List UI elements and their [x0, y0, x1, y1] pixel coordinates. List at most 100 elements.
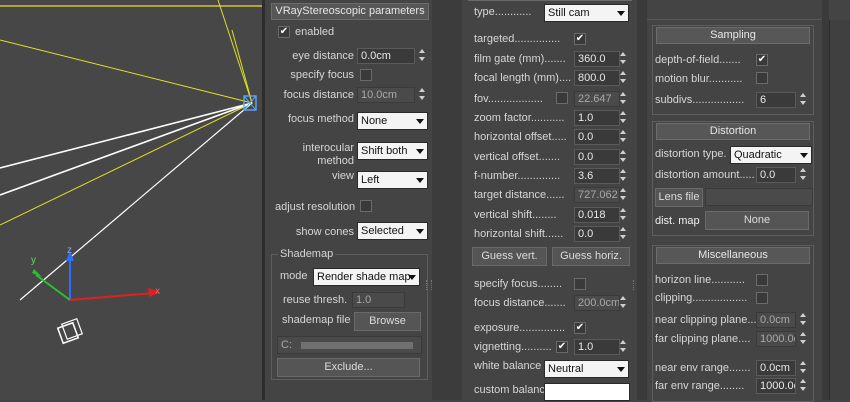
reuse-thresh-field[interactable]: 1.0 [352, 292, 405, 308]
target-distance-field[interactable]: 727.062 [574, 187, 620, 203]
exposure-checkbox[interactable]: ✔ [574, 322, 586, 334]
focus-distance-label: focus distance [283, 89, 354, 101]
focal-length-label: focal length (mm).... [474, 72, 572, 84]
right-scrollbar-track[interactable] [822, 0, 829, 400]
exclude-button[interactable]: Exclude... [277, 358, 420, 377]
vignetting-field[interactable]: 1.0 [574, 339, 620, 355]
focus-method-dropdown[interactable]: None [357, 112, 428, 130]
custom-balance-swatch[interactable] [544, 383, 630, 401]
view-dropdown[interactable]: Left [357, 171, 428, 189]
camera-focus-distance-field[interactable]: 200.0cm [574, 295, 620, 311]
far-clipping-label: far clipping plane.... [655, 333, 751, 345]
film-gate-label: film gate (mm)....... [474, 53, 566, 65]
vertical-offset-spinner[interactable] [619, 149, 628, 165]
shademap-path-field[interactable]: C: [277, 336, 422, 354]
camera-specify-focus-label: specify focus........ [474, 278, 563, 290]
white-balance-value: Neutral [548, 363, 584, 375]
shademap-mode-value: Render shade map [317, 271, 411, 283]
stereo-focus-distance-spinner[interactable] [418, 87, 427, 103]
far-env-range-label: far env range........ [655, 380, 745, 392]
show-cones-label: show cones [295, 226, 354, 238]
shademap-file-label: shademap file [282, 314, 351, 326]
near-env-range-field[interactable]: 0.0cm [756, 360, 796, 376]
lens-file-path-field[interactable] [705, 188, 813, 206]
sampling-title[interactable]: Sampling [656, 27, 810, 44]
subdivs-spinner[interactable] [799, 92, 808, 108]
interocular-method-dropdown[interactable]: Shift both [357, 142, 428, 160]
subdivs-field[interactable]: 6 [756, 92, 796, 108]
far-clipping-field[interactable]: 1000.0cm [756, 331, 796, 347]
horizontal-shift-field[interactable]: 0.0 [574, 226, 620, 242]
camera-type-label: type............ [474, 6, 532, 18]
distortion-type-dropdown[interactable]: Quadratic [730, 146, 812, 164]
camera-focus-distance-spinner[interactable] [619, 295, 628, 311]
axis-y-label: y [31, 255, 36, 266]
misc-title[interactable]: Miscellaneous [656, 247, 810, 264]
near-clipping-field[interactable]: 0.0cm [756, 312, 796, 328]
fov-spinner[interactable] [619, 91, 628, 107]
fov-checkbox[interactable] [556, 92, 568, 104]
lens-file-button[interactable]: Lens file [655, 188, 703, 207]
zoom-factor-spinner[interactable] [619, 110, 628, 126]
film-gate-field[interactable]: 360.0 [574, 51, 620, 67]
target-distance-spinner[interactable] [619, 187, 628, 203]
panel-separator [432, 0, 462, 400]
clipping-label: clipping.................. [655, 292, 748, 304]
distortion-title[interactable]: Distortion [656, 123, 810, 140]
focus-method-value: None [361, 115, 388, 127]
viewport[interactable]: z y x [0, 0, 262, 400]
horizontal-offset-spinner[interactable] [619, 129, 628, 145]
show-cones-dropdown[interactable]: Selected [357, 222, 428, 240]
depth-of-field-checkbox[interactable]: ✔ [756, 54, 768, 66]
far-env-range-spinner[interactable] [799, 378, 808, 394]
fov-field[interactable]: 22.647 [574, 91, 620, 107]
stereo-focus-distance-field[interactable]: 10.0cm [357, 87, 415, 103]
focal-length-field[interactable]: 800.0 [574, 70, 620, 86]
horizontal-shift-label: horizontal shift...... [474, 228, 564, 240]
motion-blur-checkbox[interactable] [756, 72, 768, 84]
distortion-amount-field[interactable]: 0.0 [756, 167, 796, 183]
distortion-amount-spinner[interactable] [799, 167, 808, 183]
f-number-field[interactable]: 3.6 [574, 168, 620, 184]
vertical-offset-field[interactable]: 0.0 [574, 149, 620, 165]
targeted-label: targeted............... [474, 33, 561, 45]
near-clipping-label: near clipping plane... [655, 314, 757, 326]
adjust-resolution-label: adjust resolution [275, 201, 356, 213]
show-cones-value: Selected [361, 225, 404, 237]
zoom-factor-field[interactable]: 1.0 [574, 110, 620, 126]
vertical-shift-spinner[interactable] [619, 207, 628, 223]
horizontal-offset-label: horizontal offset..... [474, 131, 567, 143]
horizontal-shift-spinner[interactable] [619, 226, 628, 242]
horizontal-offset-field[interactable]: 0.0 [574, 129, 620, 145]
white-balance-dropdown[interactable]: Neutral [544, 360, 629, 378]
vignetting-checkbox[interactable]: ✔ [556, 341, 568, 353]
eye-distance-spinner[interactable] [418, 48, 427, 64]
near-clipping-spinner[interactable] [799, 312, 808, 328]
far-clipping-spinner[interactable] [799, 331, 808, 347]
shademap-path-prefix: C: [281, 339, 292, 351]
f-number-spinner[interactable] [619, 168, 628, 184]
camera-type-dropdown[interactable]: Still cam [544, 4, 629, 22]
focal-length-spinner[interactable] [619, 70, 628, 86]
vertical-shift-field[interactable]: 0.018 [574, 207, 620, 223]
far-env-range-field[interactable]: 1000.0cm [756, 378, 796, 394]
vignetting-spinner[interactable] [619, 339, 628, 355]
browse-button[interactable]: Browse [354, 312, 421, 331]
dist-map-button[interactable]: None [705, 211, 809, 230]
horizon-line-checkbox[interactable] [756, 274, 768, 286]
enabled-label: enabled [295, 26, 335, 38]
targeted-checkbox[interactable]: ✔ [574, 33, 586, 45]
enabled-checkbox[interactable]: ✔ [278, 26, 290, 38]
guess-horiz-button[interactable]: Guess horiz. [552, 247, 630, 266]
shademap-mode-dropdown[interactable]: Render shade map [313, 268, 420, 286]
eye-distance-field[interactable]: 0.0cm [357, 48, 415, 64]
camera-specify-focus-checkbox[interactable] [574, 278, 586, 290]
stereo-rollout-title[interactable]: VRayStereoscopic parameters [271, 3, 429, 20]
adjust-resolution-checkbox[interactable] [360, 200, 372, 212]
near-env-range-spinner[interactable] [799, 360, 808, 376]
specify-focus-checkbox[interactable] [360, 69, 372, 81]
clipping-checkbox[interactable] [756, 292, 768, 304]
guess-vert-button[interactable]: Guess vert. [472, 247, 547, 266]
view-label: view [331, 170, 354, 182]
film-gate-spinner[interactable] [619, 51, 628, 67]
